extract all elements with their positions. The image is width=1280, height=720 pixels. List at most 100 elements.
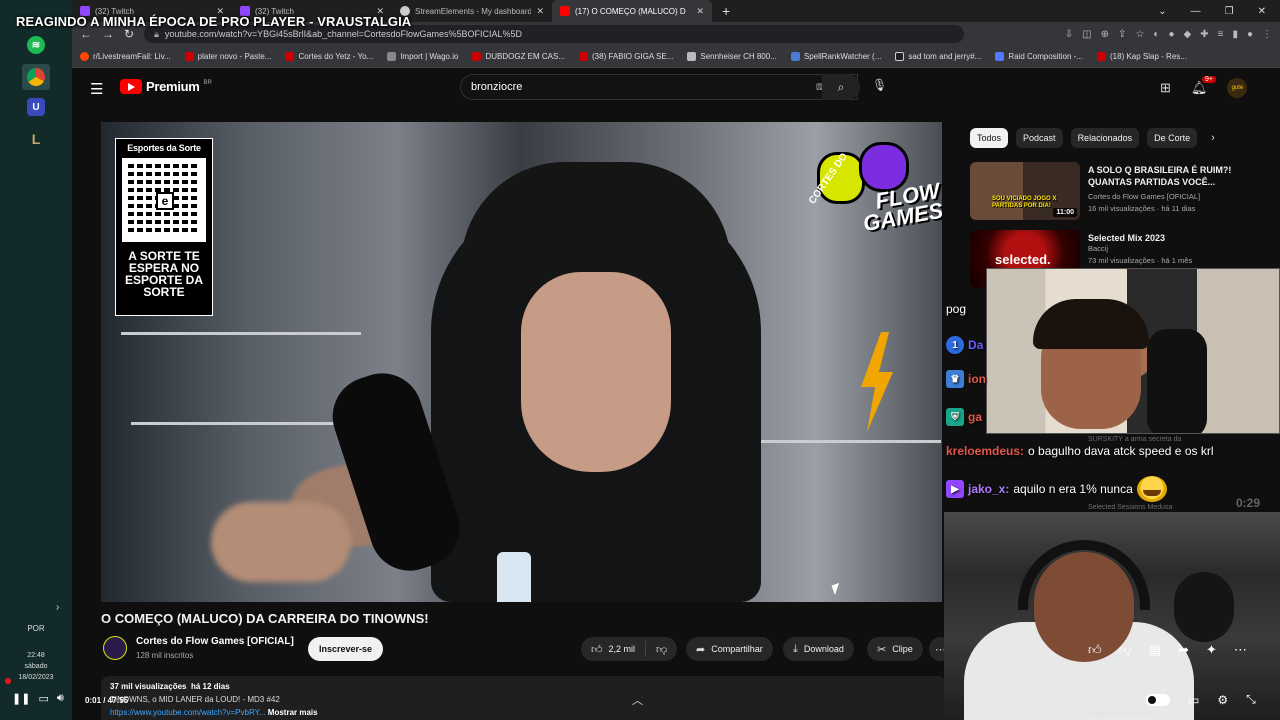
pause-icon[interactable]: ❚❚ <box>12 692 30 705</box>
chat-icon[interactable]: ▭ <box>38 692 48 705</box>
bookmark[interactable]: plater novo - Paste... <box>184 52 271 61</box>
thumbs-up-icon[interactable]: 👍︎ <box>1088 642 1102 658</box>
scissors-icon: ✂ <box>877 643 887 656</box>
bookmark[interactable]: Import | Wago.io <box>387 52 458 61</box>
mic-icon[interactable]: 🎙︎ <box>872 78 887 92</box>
tray-expand-icon[interactable]: › <box>56 602 59 613</box>
new-tab-icon[interactable]: + <box>712 3 740 19</box>
reading-list-icon[interactable]: ≡ <box>1218 29 1224 40</box>
search-button[interactable]: ⌕ <box>822 74 860 100</box>
more-dots-icon[interactable]: ⋯ <box>1234 642 1247 658</box>
sparkle-icon[interactable]: ✦ <box>1206 642 1217 658</box>
profile-icon[interactable]: ● <box>1247 29 1253 40</box>
language-indicator[interactable]: POR <box>0 624 72 633</box>
share-arrow-icon[interactable]: ➦ <box>1178 642 1189 658</box>
download-label: Download <box>803 644 844 654</box>
tab-search-icon[interactable]: ⌄ <box>1158 6 1166 17</box>
puzzle-icon[interactable]: ✚ <box>1200 29 1208 40</box>
volume-icon[interactable]: 🔊︎ <box>57 692 64 705</box>
chip-channel[interactable]: De Corte <box>1147 128 1198 148</box>
description-meta: 37 mil visualizações há 12 dias <box>110 680 937 693</box>
extension-icon[interactable]: ◆ <box>1184 29 1192 40</box>
download-button[interactable]: ⤓ Download <box>783 637 854 661</box>
webcam-headphones <box>1018 540 1150 610</box>
bookmark[interactable]: Cortes do Yetz - Yo... <box>285 52 373 61</box>
chevron-right-icon[interactable]: › <box>1211 132 1215 144</box>
restore-icon[interactable]: ❐ <box>1225 6 1234 17</box>
share-button[interactable]: ➦ Compartilhar <box>686 637 773 661</box>
cast-icon[interactable]: ◫ <box>1082 29 1091 40</box>
bookmark[interactable]: Raid Composition -... <box>995 52 1083 61</box>
reload-icon[interactable]: ↻ <box>124 27 134 41</box>
comment-icon[interactable]: ▤ <box>1149 642 1161 658</box>
menu-dots-icon[interactable]: ⋮ <box>1262 29 1272 40</box>
thumbs-down-icon: 👎︎ <box>656 643 668 656</box>
translate-icon[interactable]: ⊕ <box>1101 29 1109 40</box>
channel-name[interactable]: Cortes do Flow Games [OFICIAL] <box>136 636 294 647</box>
chip-related[interactable]: Relacionados <box>1070 128 1140 148</box>
bookmark-star-icon[interactable]: ☆ <box>1135 29 1144 40</box>
search-input[interactable]: bronziocre ⌨ ✕ <box>460 74 858 100</box>
chevron-up-icon[interactable]: ︿ <box>632 692 643 708</box>
video-title: O COMEÇO (MALUCO) DA CARREIRA DO TINOWNS… <box>101 611 429 626</box>
browser-tab[interactable]: StreamElements - My dashboard ✕ <box>392 0 552 22</box>
autoplay-toggle[interactable] <box>1146 693 1170 706</box>
settings-gear-icon[interactable]: ⚙ <box>1217 693 1228 707</box>
spotify-icon[interactable]: ≋ <box>27 36 45 54</box>
subscribe-button[interactable]: Inscrever-se <box>308 637 384 661</box>
bookmark[interactable]: r/LivestreamFail: Liv... <box>80 52 171 61</box>
clock[interactable]: 22:48 sábado 18/02/2023 <box>0 650 72 683</box>
youtube-icon <box>1097 52 1107 61</box>
video-person-face <box>521 272 671 472</box>
extension-icon[interactable]: ◐ <box>1153 29 1159 40</box>
create-icon[interactable]: ⊞ <box>1160 80 1171 96</box>
uplay-icon[interactable]: U <box>27 98 45 116</box>
forward-icon[interactable]: → <box>102 27 114 41</box>
suggested-title: A SOLO Q BRASILEIRA É RUIM?! QUANTAS PAR… <box>1088 165 1232 187</box>
channel-avatar[interactable] <box>103 636 127 660</box>
fullscreen-icon[interactable]: ⤡ <box>1246 692 1256 707</box>
bookmark[interactable]: Sennheiser CH 800... <box>687 52 777 61</box>
dislike-button[interactable]: 👎︎ <box>646 643 677 656</box>
show-more-button[interactable]: Mostrar mais <box>268 708 318 717</box>
like-button[interactable]: 👍︎ 2,2 mil <box>581 641 647 657</box>
bookmark[interactable]: (18) Kap Slap - Res... <box>1097 52 1187 61</box>
suggested-video[interactable]: SOU VICIADO JOGO X PARTIDAS POR DIA! 11:… <box>970 162 1270 222</box>
description-link-row: https://www.youtube.com/watch?v=PvbRY...… <box>110 706 937 719</box>
reddit-icon <box>80 52 89 61</box>
league-of-legends-icon[interactable]: L <box>27 130 45 148</box>
clip-button[interactable]: ✂ Clipe <box>867 637 923 661</box>
subtitles-icon[interactable]: ▭ <box>1188 693 1199 707</box>
bookmark[interactable]: (38) FABIO GIGA SE... <box>579 52 673 61</box>
chip-all[interactable]: Todos <box>970 128 1009 148</box>
youtube-play-icon <box>120 79 142 94</box>
avatar[interactable]: gute <box>1227 78 1248 98</box>
share-icon[interactable]: ⇪ <box>1118 29 1126 40</box>
bookmark-label: r/LivestreamFail: Liv... <box>93 52 171 61</box>
bookmark-label: DUBDOGZ EM CAS... <box>485 52 566 61</box>
chat-text: pog <box>946 302 967 316</box>
browser-tab-active[interactable]: (17) O COMEÇO (MALUCO) D ✕ <box>552 0 712 22</box>
youtube-logo[interactable]: Premium BR <box>120 79 212 94</box>
shelf <box>741 440 941 443</box>
close-window-icon[interactable]: ✕ <box>1258 6 1266 17</box>
back-icon[interactable]: ← <box>80 27 92 41</box>
bookmark[interactable]: SpellRankWatcher (... <box>790 52 881 61</box>
close-tab-icon[interactable]: ✕ <box>536 6 544 17</box>
bookmark-label: sad tom and jerry#... <box>908 52 982 61</box>
description-box[interactable]: 37 mil visualizações há 12 dias TINOWNS,… <box>101 676 946 720</box>
minimize-icon[interactable]: — <box>1191 6 1201 17</box>
thumbs-down-icon[interactable]: 👎︎ <box>1119 642 1132 658</box>
chip-podcast[interactable]: Podcast <box>1016 128 1063 148</box>
download-icon[interactable]: ⇩ <box>1065 29 1073 40</box>
menu-icon[interactable]: ☰ <box>90 80 103 98</box>
extension-icon[interactable]: ● <box>1168 29 1174 40</box>
lock-icon: 🔒︎ <box>154 28 159 39</box>
description-link[interactable]: https://www.youtube.com/watch?v=PvbRY... <box>110 708 266 717</box>
bookmark[interactable]: DUBDOGZ EM CAS... <box>472 52 565 61</box>
sidepanel-icon[interactable]: ▮ <box>1232 29 1238 40</box>
bookmark[interactable]: sad tom and jerry#... <box>895 52 981 61</box>
close-tab-icon[interactable]: ✕ <box>696 6 704 17</box>
chrome-icon[interactable] <box>27 68 45 86</box>
video-player[interactable]: Esportes da Sorte e A SORTE TE ESPERA NO… <box>101 122 942 602</box>
